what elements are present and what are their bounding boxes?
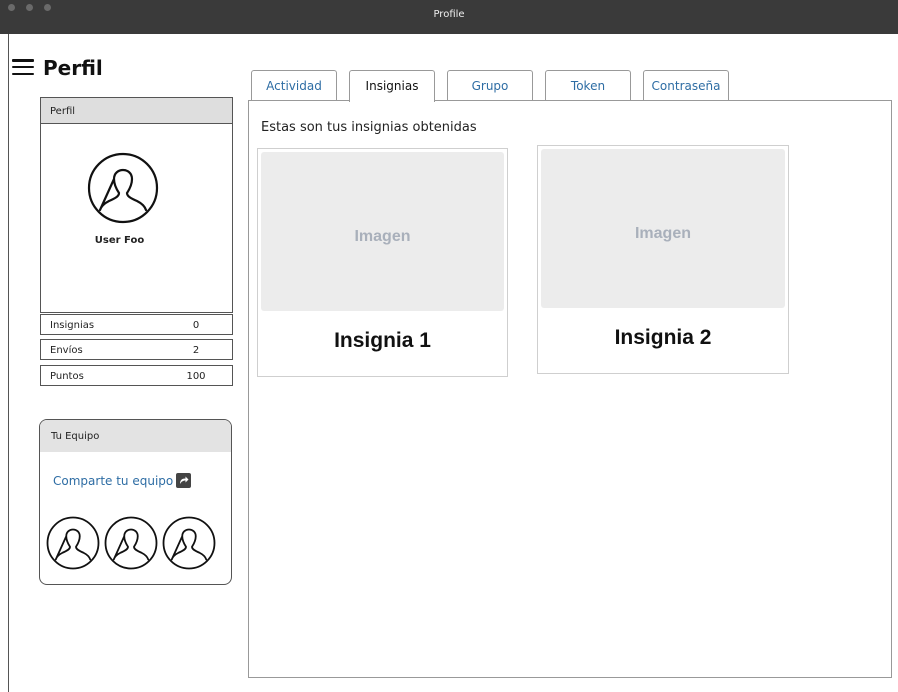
page-title: Perfil xyxy=(43,56,103,80)
stat-value: 0 xyxy=(192,320,200,331)
stat-row-points: Puntos 100 xyxy=(40,365,233,386)
team-member-avatar-icon xyxy=(104,516,158,570)
tab-grupo[interactable]: Grupo xyxy=(447,70,533,101)
image-placeholder-label: Imagen xyxy=(634,225,691,242)
team-member-avatar-icon xyxy=(162,516,216,570)
profile-card: Perfil User Foo Insignias 0 Envíos 2 Pun… xyxy=(40,97,233,391)
hamburger-menu-icon[interactable] xyxy=(12,59,34,76)
team-card: Tu Equipo Comparte tu equipo xyxy=(39,419,232,585)
badge-card[interactable]: Imagen Insignia 2 xyxy=(537,145,789,374)
badge-name: Insignia 2 xyxy=(614,326,712,349)
team-card-title: Tu Equipo xyxy=(40,420,231,452)
stat-value: 2 xyxy=(192,345,200,356)
stat-label: Insignias xyxy=(50,320,95,331)
stat-row-badges: Insignias 0 xyxy=(40,314,233,335)
tab-token[interactable]: Token xyxy=(545,70,631,101)
window-title: Profile xyxy=(433,9,465,20)
user-name: User Foo xyxy=(94,235,145,246)
badge-image-placeholder: Imagen xyxy=(261,152,504,311)
stat-label: Envíos xyxy=(50,345,83,356)
team-member-avatar-icon xyxy=(46,516,100,570)
window-left-border xyxy=(8,34,9,692)
profile-card-title: Perfil xyxy=(40,97,233,124)
image-placeholder-label: Imagen xyxy=(354,228,411,245)
window-titlebar: Profile xyxy=(0,0,898,34)
badge-name: Insignia 1 xyxy=(334,329,431,352)
team-members xyxy=(46,516,216,570)
user-avatar-icon xyxy=(87,152,159,224)
share-arrow-icon[interactable] xyxy=(176,473,192,488)
tab-contrasena[interactable]: Contraseña xyxy=(643,70,729,101)
badge-image-placeholder: Imagen xyxy=(541,149,785,308)
tab-insignias[interactable]: Insignias xyxy=(349,70,435,102)
stat-row-submissions: Envíos 2 xyxy=(40,339,233,360)
tab-actividad[interactable]: Actividad xyxy=(251,70,337,101)
content-heading: Estas son tus insignias obtenidas xyxy=(261,120,477,135)
stat-value: 100 xyxy=(186,371,206,382)
stat-label: Puntos xyxy=(50,371,84,382)
share-team-link[interactable]: Comparte tu equipo xyxy=(53,473,192,488)
profile-card-body: User Foo xyxy=(40,123,233,313)
share-team-label: Comparte tu equipo xyxy=(53,473,174,488)
badge-card[interactable]: Imagen Insignia 1 xyxy=(257,148,508,377)
